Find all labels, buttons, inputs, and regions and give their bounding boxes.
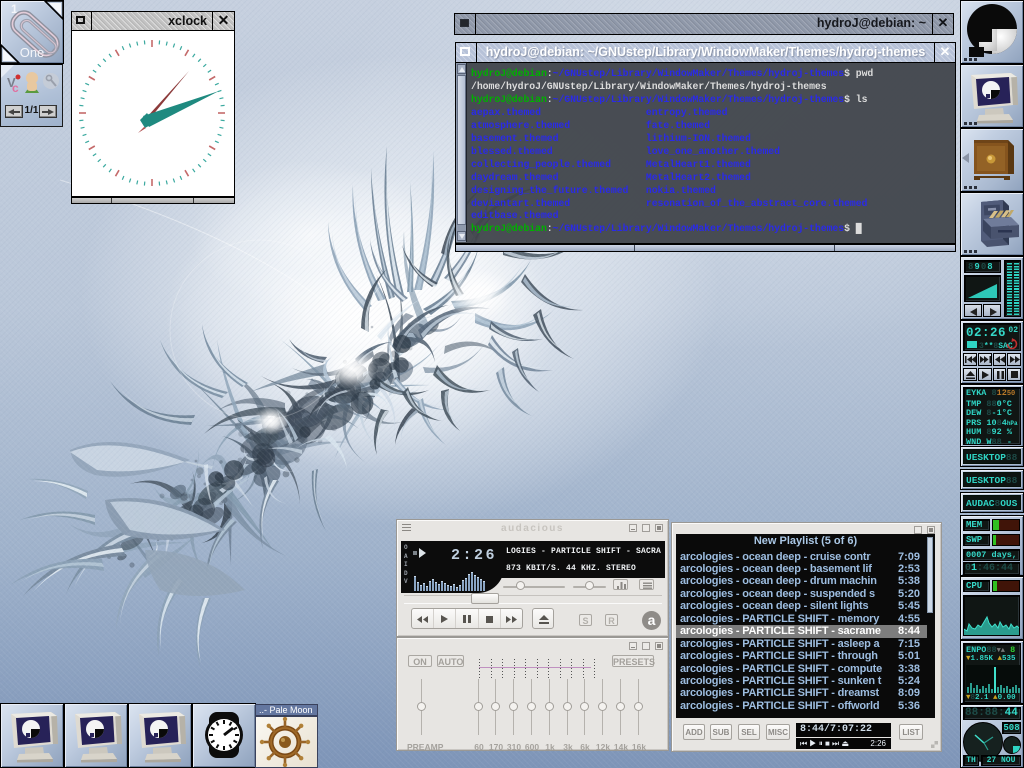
svg-text:c: c — [12, 81, 19, 95]
